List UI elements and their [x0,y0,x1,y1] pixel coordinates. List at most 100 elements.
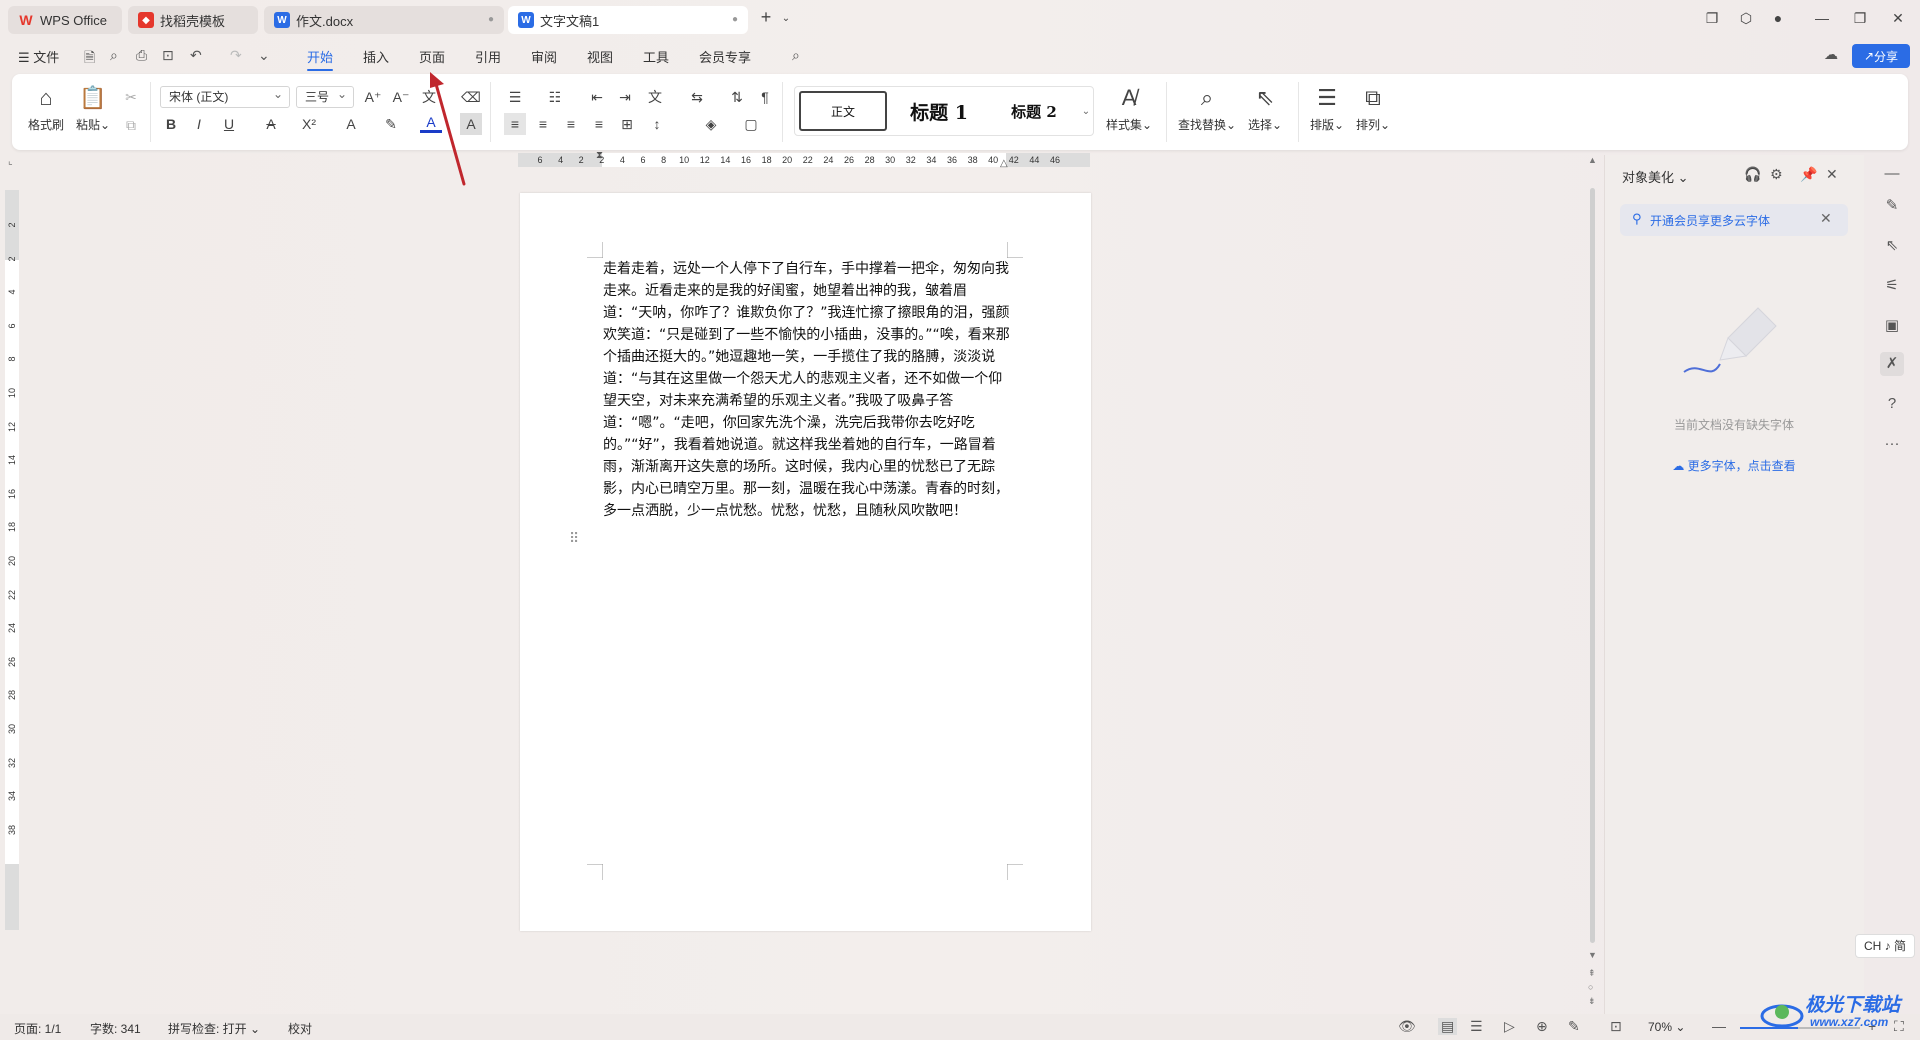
font-name-select[interactable]: 宋体 (正文) [160,84,290,108]
tab-dot-icon[interactable]: ● [488,14,494,25]
menu-references[interactable]: 引用 [475,47,501,66]
proofread[interactable]: 校对 [288,1020,312,1037]
border-icon[interactable]: ▢ [740,113,762,135]
decrease-font-icon[interactable]: A⁻ [390,86,412,108]
layout-button[interactable]: ☰ 排版⌄ [1310,84,1344,133]
scrollbar-thumb[interactable] [1590,188,1595,943]
style-heading2[interactable]: 标题 2 [989,91,1079,131]
tools-icon[interactable]: ✗ [1880,352,1904,376]
menu-insert[interactable]: 插入 [363,47,389,66]
more-fonts-link[interactable]: ☁ 更多字体，点击查看 [1604,457,1864,474]
headset-icon[interactable]: 🎧 [1744,166,1761,183]
new-tab-icon[interactable]: + [756,7,776,28]
distribute-icon[interactable]: ⊞ [616,113,638,135]
ime-indicator[interactable]: CH ♪ 简 [1855,934,1915,958]
prev-page-icon[interactable]: ⇞ [1588,968,1596,979]
underline-icon[interactable]: U [218,113,240,135]
help-icon[interactable]: ? [1880,392,1904,416]
menu-review[interactable]: 审阅 [531,47,557,66]
pin-icon[interactable]: 📌 [1800,166,1817,183]
highlight-icon[interactable]: ✎ [380,113,402,135]
style-scroll-icon[interactable]: ⌄ [1079,91,1093,131]
tab-wps-office[interactable]: W WPS Office [8,6,122,34]
indent-marker-icon[interactable]: ⧗ [596,150,603,161]
word-count[interactable]: 字数: 341 [90,1020,141,1037]
zoom-out-icon[interactable]: — [1712,1018,1726,1034]
numbering-icon[interactable]: ☷ [544,86,566,108]
avatar[interactable]: ● [1768,10,1788,26]
panel-close-icon[interactable]: ✕ [1826,166,1838,183]
style-normal[interactable]: 正文 [799,91,887,131]
document-paragraph[interactable]: 走着走着，远处一个人停下了自行车，手中撑着一把伞，匆匆向我走来。近看走来的是我的… [603,258,1011,522]
arrange-button[interactable]: ⧉ 排列⌄ [1356,84,1390,133]
spell-check[interactable]: 拼写检查: 打开 ⌄ [168,1020,260,1037]
right-indent-marker-icon[interactable]: △ [1000,158,1008,169]
outline-view-icon[interactable]: ☰ [1470,1018,1483,1035]
line-spacing-icon[interactable]: ↕ [646,113,668,135]
collapse-icon[interactable]: — [1880,162,1904,186]
chevron-down-icon[interactable]: ⌄ [776,13,796,24]
menu-view[interactable]: 视图 [587,47,613,66]
style-set-button[interactable]: A̸ 样式集⌄ [1106,84,1152,133]
fullscreen-icon[interactable]: ⛶ [1894,1018,1904,1035]
fit-page-icon[interactable]: ⊡ [1610,1018,1622,1035]
justify-icon[interactable]: ≡ [588,113,610,135]
decrease-indent-icon[interactable]: ⇤ [586,86,608,108]
web-view-icon[interactable]: ⊕ [1536,1018,1548,1035]
tab-document1[interactable]: W 文字文稿1 ● [508,6,748,34]
edit-pen-icon[interactable]: ✎ [1880,194,1904,218]
increase-font-icon[interactable]: A⁺ [362,86,384,108]
close-icon[interactable]: ✕ [1888,10,1908,27]
increase-indent-icon[interactable]: ⇥ [614,86,636,108]
sort-icon[interactable]: ⇅ [726,86,748,108]
cloud-icon[interactable]: ☁ [1824,46,1838,63]
page-view-icon[interactable]: ▤ [1438,1018,1458,1035]
format-painter-button[interactable]: ⌂ 格式刷 [28,84,64,133]
redo-icon[interactable]: ↷ [230,47,242,64]
tab-docer[interactable]: ◆ 找稻壳模板 [128,6,258,34]
settings-icon[interactable]: ⚙ [1770,166,1783,183]
image-edit-icon[interactable]: ▣ [1880,314,1904,338]
share-button[interactable]: ↗ 分享 [1852,44,1910,68]
tab-dot-icon[interactable]: ● [732,14,738,25]
window-layout-icon[interactable]: ❐ [1702,10,1722,27]
vip-notice-text[interactable]: 开通会员享更多云字体 [1650,212,1770,229]
show-marks-icon[interactable]: ¶ [754,86,776,108]
align-right-icon[interactable]: ≡ [560,113,582,135]
font-size-select[interactable]: 三号 [296,84,354,108]
cut-icon[interactable]: ✂ [120,86,142,108]
select-arrow-icon[interactable]: ⇖ [1880,234,1904,258]
bold-icon[interactable]: B [160,113,182,135]
search-icon[interactable]: ⌕ [792,47,800,64]
more-icon[interactable]: ··· [1880,432,1904,456]
menu-page[interactable]: 页面 [419,47,445,66]
cube-icon[interactable]: ⬡ [1736,10,1756,27]
restore-icon[interactable]: ❐ [1850,10,1870,27]
select-button[interactable]: ⇖ 选择⌄ [1248,84,1282,133]
undo-icon[interactable]: ↶ [190,47,202,64]
print-preview-icon[interactable]: ⊡ [162,47,174,64]
next-page-icon[interactable]: ⇟ [1588,996,1596,1007]
shading-icon[interactable]: ◈ [700,113,722,135]
find-replace-button[interactable]: ⌕ 查找替换⌄ [1178,84,1236,133]
italic-icon[interactable]: I [188,113,210,135]
menu-home[interactable]: 开始 [307,47,334,71]
align-center-icon[interactable]: ≡ [532,113,554,135]
bullets-icon[interactable]: ☰ [504,86,526,108]
page-count[interactable]: 页面: 1/1 [14,1020,61,1037]
menu-tools[interactable]: 工具 [643,47,669,66]
copy-icon[interactable]: ⧉ [120,114,142,136]
eye-icon[interactable]: 👁 [1398,1018,1416,1035]
menu-member[interactable]: 会员专享 [699,47,751,66]
more-chevron-icon[interactable]: ⌄ [258,47,270,64]
adjust-icon[interactable]: ⚟ [1880,274,1904,298]
text-direction-icon[interactable]: ⇆ [686,86,708,108]
panel-title[interactable]: 对象美化 ⌄ [1622,167,1689,186]
paragraph-drag-handle-icon[interactable]: ⠿ [569,530,579,547]
minimize-icon[interactable]: — [1812,10,1832,26]
tab-stop-icon[interactable]: ⌞ [8,156,13,167]
strikethrough-icon[interactable]: A [260,113,282,135]
tab-essay-docx[interactable]: W 作文.docx ● [264,6,504,34]
zoom-level[interactable]: 70% ⌄ [1648,1020,1685,1034]
style-heading1[interactable]: 标题 1 [891,91,987,131]
